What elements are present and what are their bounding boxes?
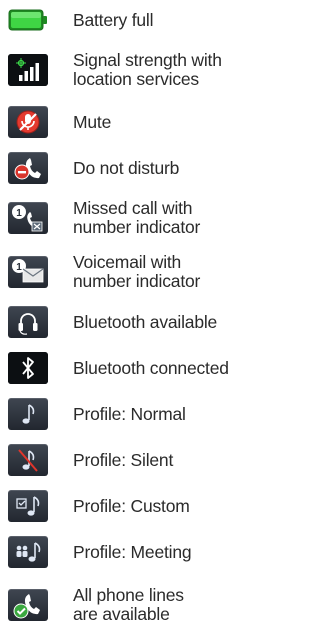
legend-row-all-lines: All phone lines are available: [0, 580, 245, 630]
bluetooth-available-icon: [8, 306, 48, 338]
legend-label: All phone lines are available: [73, 585, 184, 624]
legend-row-signal-location: Signal strength with location services: [0, 48, 245, 92]
legend-row-battery: Battery full: [0, 2, 245, 38]
legend-label: Do not disturb: [73, 158, 180, 178]
mute-icon: [8, 106, 48, 138]
legend-row-missed-call: 1 Missed call with number indicator: [0, 196, 245, 240]
legend-label: Profile: Silent: [73, 450, 174, 470]
legend-row-profile-normal: Profile: Normal: [0, 396, 245, 432]
signal-location-icon: [8, 54, 48, 86]
legend-label: Signal strength with location services: [73, 50, 222, 89]
do-not-disturb-icon: [8, 152, 48, 184]
battery-full-icon: [8, 4, 48, 36]
legend-label: Bluetooth connected: [73, 358, 229, 378]
missed-call-icon: 1: [8, 202, 48, 234]
legend-row-mute: Mute: [0, 104, 245, 140]
all-lines-available-icon: [8, 589, 48, 621]
profile-meeting-icon: [8, 536, 48, 568]
bluetooth-connected-icon: [8, 352, 48, 384]
legend-label: Profile: Normal: [73, 404, 186, 424]
legend-label: Profile: Meeting: [73, 542, 192, 562]
legend-label: Voicemail with number indicator: [73, 252, 201, 291]
legend-row-dnd: Do not disturb: [0, 148, 245, 188]
legend-label: Bluetooth available: [73, 312, 218, 332]
legend-row-profile-custom: Profile: Custom: [0, 488, 245, 524]
legend-label: Profile: Custom: [73, 496, 190, 516]
legend-row-bt-connected: Bluetooth connected: [0, 350, 245, 386]
profile-custom-icon: [8, 490, 48, 522]
svg-text:1: 1: [16, 262, 22, 273]
legend-row-bt-available: Bluetooth available: [0, 304, 245, 340]
legend-row-profile-silent: Profile: Silent: [0, 442, 245, 478]
profile-silent-icon: [8, 444, 48, 476]
status-icon-legend: Battery full Signal strength with locati…: [0, 0, 245, 642]
legend-label: Mute: [73, 112, 112, 132]
legend-row-profile-meeting: Profile: Meeting: [0, 534, 245, 570]
svg-text:1: 1: [16, 208, 22, 219]
voicemail-icon: 1: [8, 256, 48, 288]
profile-normal-icon: [8, 398, 48, 430]
legend-label: Battery full: [73, 10, 154, 30]
legend-row-voicemail: 1 Voicemail with number indicator: [0, 250, 245, 294]
legend-label: Missed call with number indicator: [73, 198, 201, 237]
